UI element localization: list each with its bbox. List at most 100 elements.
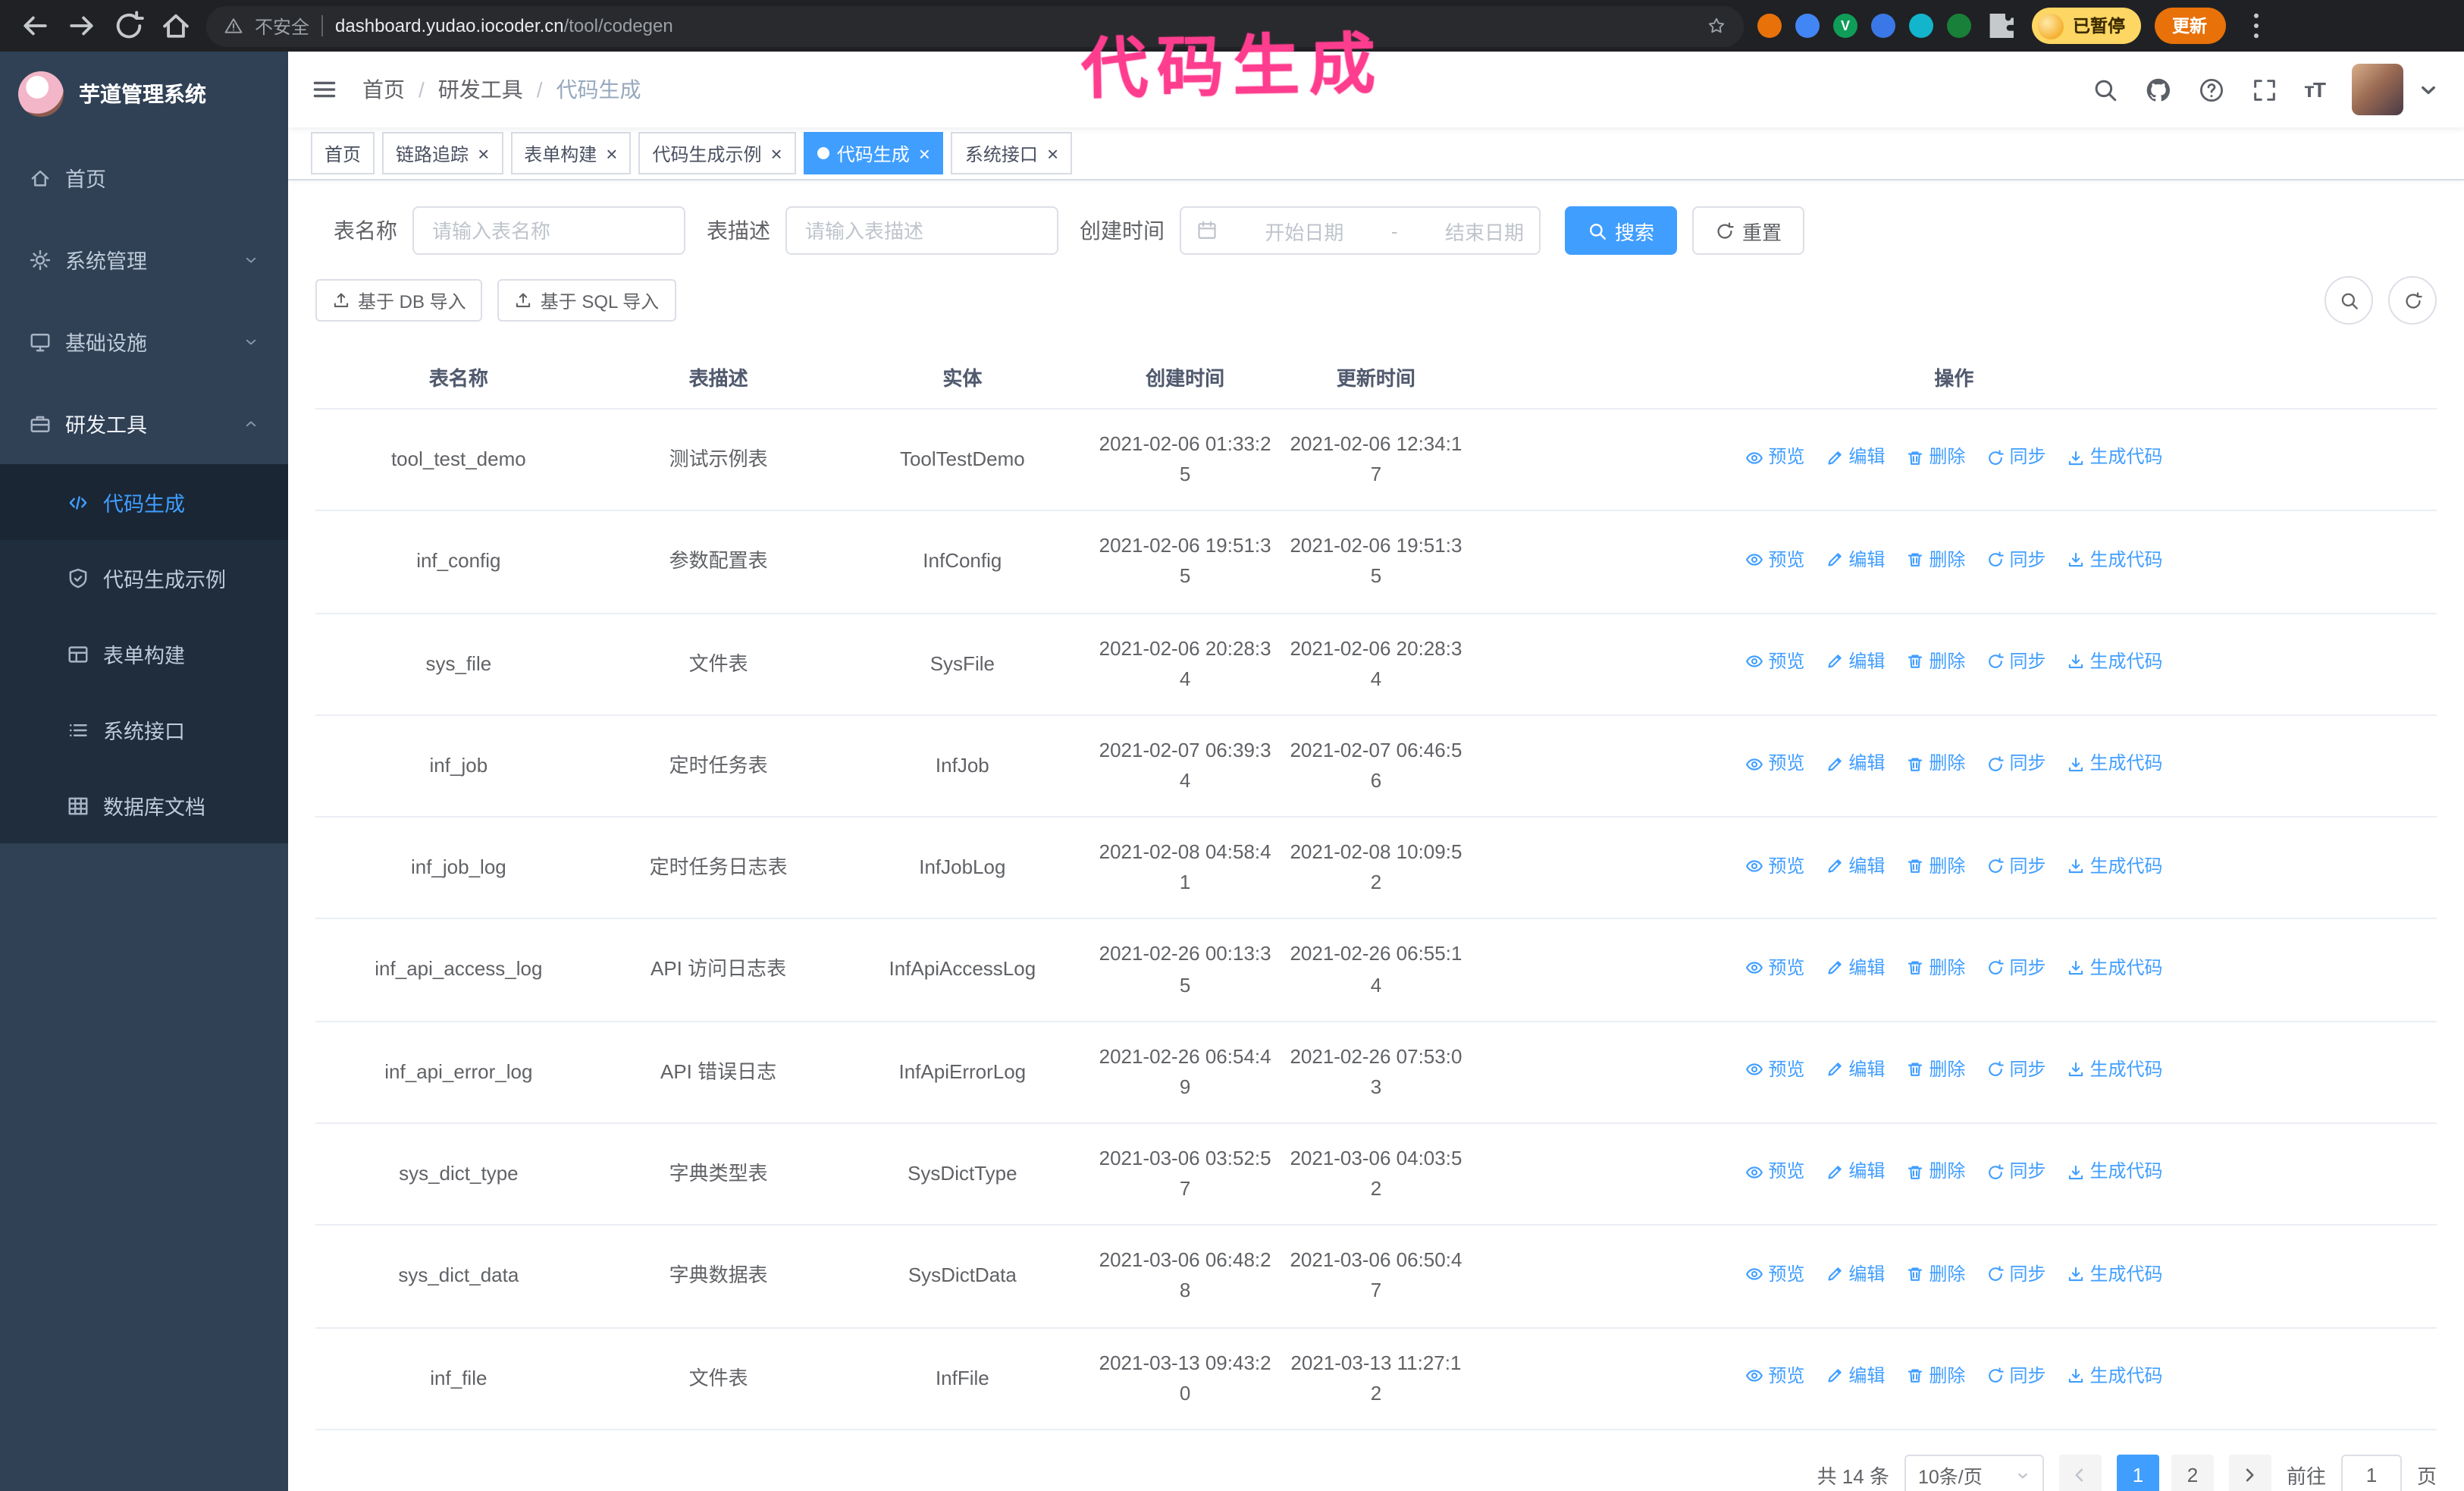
extension-icon-people[interactable] bbox=[1871, 14, 1895, 38]
github-icon[interactable] bbox=[2145, 77, 2171, 102]
action-sync-link[interactable]: 同步 bbox=[1986, 750, 2045, 778]
action-delete-link[interactable]: 删除 bbox=[1906, 1158, 1965, 1186]
action-edit-link[interactable]: 编辑 bbox=[1826, 1362, 1885, 1390]
sidebar-item-codegen-example[interactable]: 代码生成示例 bbox=[0, 540, 288, 616]
date-range-picker[interactable]: 开始日期 - 结束日期 bbox=[1180, 206, 1541, 255]
url-bar[interactable]: 不安全 dashboard.yudao.iocoder.cn/tool/code… bbox=[206, 5, 1744, 46]
action-delete-link[interactable]: 删除 bbox=[1906, 444, 1965, 472]
tag-item-4[interactable]: 代码生成 × bbox=[803, 132, 944, 174]
bookmark-star-icon[interactable] bbox=[1707, 17, 1726, 35]
action-sync-link[interactable]: 同步 bbox=[1986, 1158, 2045, 1186]
reload-icon[interactable] bbox=[112, 9, 146, 42]
extension-icon-leaf[interactable] bbox=[1947, 14, 1971, 38]
action-generate-link[interactable]: 生成代码 bbox=[2067, 648, 2163, 676]
action-sync-link[interactable]: 同步 bbox=[1986, 1362, 2045, 1390]
action-generate-link[interactable]: 生成代码 bbox=[2067, 852, 2163, 880]
search-button[interactable]: 搜索 bbox=[1565, 206, 1678, 255]
tag-item-0[interactable]: 首页 bbox=[311, 132, 375, 174]
action-sync-link[interactable]: 同步 bbox=[1986, 1056, 2045, 1084]
action-sync-link[interactable]: 同步 bbox=[1986, 545, 2045, 573]
action-preview-link[interactable]: 预览 bbox=[1745, 852, 1804, 880]
action-delete-link[interactable]: 删除 bbox=[1906, 750, 1965, 778]
action-generate-link[interactable]: 生成代码 bbox=[2067, 1056, 2163, 1084]
close-tag-icon[interactable]: × bbox=[478, 143, 489, 163]
hamburger-icon[interactable] bbox=[311, 76, 338, 103]
tag-item-5[interactable]: 系统接口 × bbox=[951, 132, 1073, 174]
extension-icon-teal[interactable] bbox=[1909, 14, 1933, 38]
extension-icon-blue[interactable] bbox=[1795, 14, 1820, 38]
search-icon[interactable] bbox=[2092, 77, 2118, 102]
browser-menu-dots-icon[interactable] bbox=[2239, 9, 2272, 42]
goto-page-input[interactable] bbox=[2340, 1454, 2402, 1491]
tag-item-1[interactable]: 链路追踪 × bbox=[382, 132, 503, 174]
avatar-caret-down-icon[interactable] bbox=[2415, 77, 2441, 102]
sidebar-item-home[interactable]: 首页 bbox=[0, 137, 288, 218]
sidebar-item-db-docs[interactable]: 数据库文档 bbox=[0, 767, 288, 843]
sidebar-item-system-manage[interactable]: 系统管理 bbox=[0, 218, 288, 300]
tag-item-2[interactable]: 表单构建 × bbox=[510, 132, 632, 174]
extensions-puzzle-icon[interactable] bbox=[1985, 9, 2018, 42]
breadcrumb-item[interactable]: 研发工具 bbox=[438, 74, 523, 105]
action-delete-link[interactable]: 删除 bbox=[1906, 1260, 1965, 1288]
action-edit-link[interactable]: 编辑 bbox=[1826, 750, 1885, 778]
action-preview-link[interactable]: 预览 bbox=[1745, 954, 1804, 982]
profile-paused-chip[interactable]: 已暂停 bbox=[2032, 8, 2140, 44]
sidebar-item-infrastructure[interactable]: 基础设施 bbox=[0, 300, 288, 382]
action-preview-link[interactable]: 预览 bbox=[1745, 1056, 1804, 1084]
sidebar-item-form-builder[interactable]: 表单构建 bbox=[0, 616, 288, 692]
action-delete-link[interactable]: 删除 bbox=[1906, 954, 1965, 982]
reset-button[interactable]: 重置 bbox=[1692, 206, 1805, 255]
close-tag-icon[interactable]: × bbox=[771, 143, 782, 163]
action-delete-link[interactable]: 删除 bbox=[1906, 1362, 1965, 1390]
action-sync-link[interactable]: 同步 bbox=[1986, 954, 2045, 982]
action-generate-link[interactable]: 生成代码 bbox=[2067, 1158, 2163, 1186]
action-preview-link[interactable]: 预览 bbox=[1745, 1158, 1804, 1186]
back-icon[interactable] bbox=[18, 9, 52, 42]
import-sql-button[interactable]: 基于 SQL 导入 bbox=[497, 279, 676, 322]
action-generate-link[interactable]: 生成代码 bbox=[2067, 1260, 2163, 1288]
action-delete-link[interactable]: 删除 bbox=[1906, 545, 1965, 573]
sidebar-item-codegen[interactable]: 代码生成 bbox=[0, 464, 288, 540]
action-preview-link[interactable]: 预览 bbox=[1745, 648, 1804, 676]
help-question-icon[interactable] bbox=[2198, 77, 2224, 102]
action-generate-link[interactable]: 生成代码 bbox=[2067, 545, 2163, 573]
action-edit-link[interactable]: 编辑 bbox=[1826, 954, 1885, 982]
table-name-input[interactable] bbox=[412, 206, 685, 255]
home-browser-icon[interactable] bbox=[159, 9, 193, 42]
action-preview-link[interactable]: 预览 bbox=[1745, 1260, 1804, 1288]
action-preview-link[interactable]: 预览 bbox=[1745, 444, 1804, 472]
fullscreen-icon[interactable] bbox=[2251, 77, 2277, 102]
sidebar-item-dev-tools[interactable]: 研发工具 bbox=[0, 382, 288, 464]
forward-icon[interactable] bbox=[65, 9, 99, 42]
action-delete-link[interactable]: 删除 bbox=[1906, 648, 1965, 676]
action-generate-link[interactable]: 生成代码 bbox=[2067, 444, 2163, 472]
user-avatar[interactable] bbox=[2352, 64, 2403, 115]
table-desc-input[interactable] bbox=[785, 206, 1058, 255]
close-tag-icon[interactable]: × bbox=[919, 143, 930, 163]
action-edit-link[interactable]: 编辑 bbox=[1826, 648, 1885, 676]
action-sync-link[interactable]: 同步 bbox=[1986, 648, 2045, 676]
action-sync-link[interactable]: 同步 bbox=[1986, 444, 2045, 472]
action-preview-link[interactable]: 预览 bbox=[1745, 1362, 1804, 1390]
extension-icon-orange[interactable] bbox=[1757, 14, 1782, 38]
chrome-update-button[interactable]: 更新 bbox=[2154, 8, 2225, 44]
font-size-icon[interactable]: тT bbox=[2304, 77, 2326, 102]
action-preview-link[interactable]: 预览 bbox=[1745, 750, 1804, 778]
action-edit-link[interactable]: 编辑 bbox=[1826, 444, 1885, 472]
action-edit-link[interactable]: 编辑 bbox=[1826, 1158, 1885, 1186]
prev-page-button[interactable] bbox=[2058, 1454, 2102, 1491]
next-page-button[interactable] bbox=[2228, 1454, 2271, 1491]
action-generate-link[interactable]: 生成代码 bbox=[2067, 750, 2163, 778]
action-generate-link[interactable]: 生成代码 bbox=[2067, 954, 2163, 982]
breadcrumb-item[interactable]: 首页 bbox=[362, 74, 405, 105]
page-button-2[interactable]: 2 bbox=[2171, 1454, 2214, 1491]
action-edit-link[interactable]: 编辑 bbox=[1826, 1260, 1885, 1288]
action-sync-link[interactable]: 同步 bbox=[1986, 852, 2045, 880]
close-tag-icon[interactable]: × bbox=[606, 143, 617, 163]
page-button-1[interactable]: 1 bbox=[2116, 1454, 2159, 1491]
action-sync-link[interactable]: 同步 bbox=[1986, 1260, 2045, 1288]
import-db-button[interactable]: 基于 DB 导入 bbox=[315, 279, 483, 322]
action-edit-link[interactable]: 编辑 bbox=[1826, 1056, 1885, 1084]
logo[interactable]: 芋道管理系统 bbox=[0, 52, 288, 137]
sidebar-item-system-api[interactable]: 系统接口 bbox=[0, 692, 288, 767]
